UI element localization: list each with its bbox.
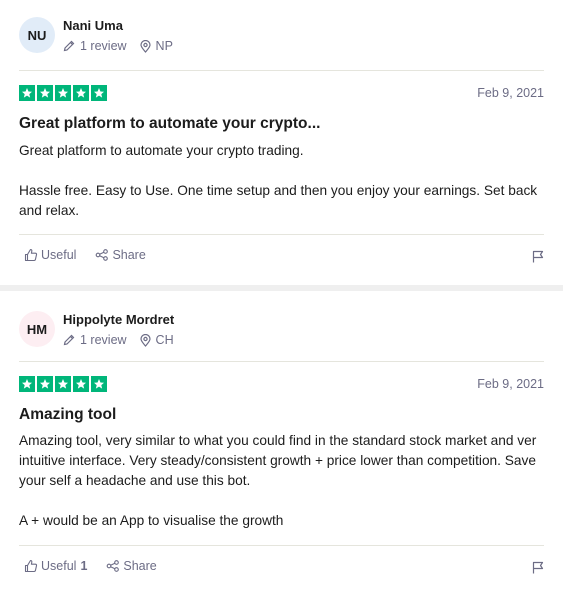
review-count-label: 1 review [80, 39, 127, 53]
divider [19, 361, 544, 362]
review-date: Feb 9, 2021 [477, 377, 544, 391]
review-body: Great platform to automate your crypto t… [19, 141, 544, 221]
star-icon [73, 85, 89, 101]
thumbs-up-icon [24, 559, 38, 573]
review-actions: Useful Share [24, 248, 146, 262]
share-icon [96, 249, 109, 261]
share-button[interactable]: Share [95, 248, 146, 262]
star-rating [19, 376, 109, 392]
divider [19, 234, 544, 235]
star-icon [55, 376, 71, 392]
avatar[interactable]: NU [19, 17, 55, 53]
country-code: NP [155, 39, 173, 53]
avatar[interactable]: HM [19, 311, 55, 347]
review-card: NU Nani Uma 1 review NP Feb 9, 2021 Grea… [0, 0, 563, 285]
review-paragraph: A + would be an App to visualise the gro… [19, 513, 284, 528]
star-icon [91, 85, 107, 101]
location: NP [139, 39, 173, 53]
divider [19, 545, 544, 546]
star-icon [37, 376, 53, 392]
useful-button[interactable]: Useful 1 [24, 559, 87, 573]
review-title[interactable]: Amazing tool [19, 406, 116, 424]
divider [19, 70, 544, 71]
star-icon [55, 85, 71, 101]
review-count: 1 review [63, 39, 127, 53]
review-date: Feb 9, 2021 [477, 86, 544, 100]
share-label: Share [123, 559, 157, 573]
useful-button[interactable]: Useful [24, 248, 76, 262]
useful-count: 1 [80, 559, 88, 573]
star-rating [19, 85, 109, 101]
share-label: Share [112, 248, 146, 262]
thumbs-up-icon [24, 248, 38, 262]
review-count: 1 review [63, 333, 127, 347]
consumer-info[interactable]: NU Nani Uma 1 review NP [19, 17, 173, 53]
location-pin-icon [139, 333, 151, 347]
review-title[interactable]: Great platform to automate your crypto..… [19, 115, 320, 133]
useful-label: Useful [41, 248, 77, 262]
review-paragraph: Hassle free. Easy to Use. One time setup… [19, 183, 538, 218]
review-body: Amazing tool, very similar to what you c… [19, 431, 544, 531]
star-icon [19, 376, 35, 392]
share-button[interactable]: Share [106, 559, 157, 573]
star-icon [37, 85, 53, 101]
flag-icon[interactable] [532, 250, 544, 268]
avatar-initials: NU [27, 27, 47, 43]
review-actions: Useful 1 Share [24, 559, 157, 573]
country-code: CH [155, 333, 174, 347]
star-icon [19, 85, 35, 101]
review-count-label: 1 review [80, 333, 127, 347]
flag-icon[interactable] [532, 561, 544, 579]
useful-label: Useful [41, 559, 77, 573]
consumer-name[interactable]: Nani Uma [63, 18, 173, 34]
consumer-name[interactable]: Hippolyte Mordret [63, 312, 174, 328]
share-icon [107, 560, 120, 572]
star-icon [91, 376, 107, 392]
consumer-info[interactable]: HM Hippolyte Mordret 1 review CH [19, 311, 174, 347]
review-paragraph: Amazing tool, very similar to what you c… [19, 433, 537, 488]
location: CH [139, 333, 174, 347]
location-pin-icon [139, 39, 151, 53]
avatar-initials: HM [26, 321, 48, 337]
pencil-icon [63, 40, 75, 52]
review-card: HM Hippolyte Mordret 1 review CH Feb 9, … [0, 291, 563, 594]
review-paragraph: Great platform to automate your crypto t… [19, 143, 304, 158]
star-icon [73, 376, 89, 392]
pencil-icon [63, 334, 75, 346]
